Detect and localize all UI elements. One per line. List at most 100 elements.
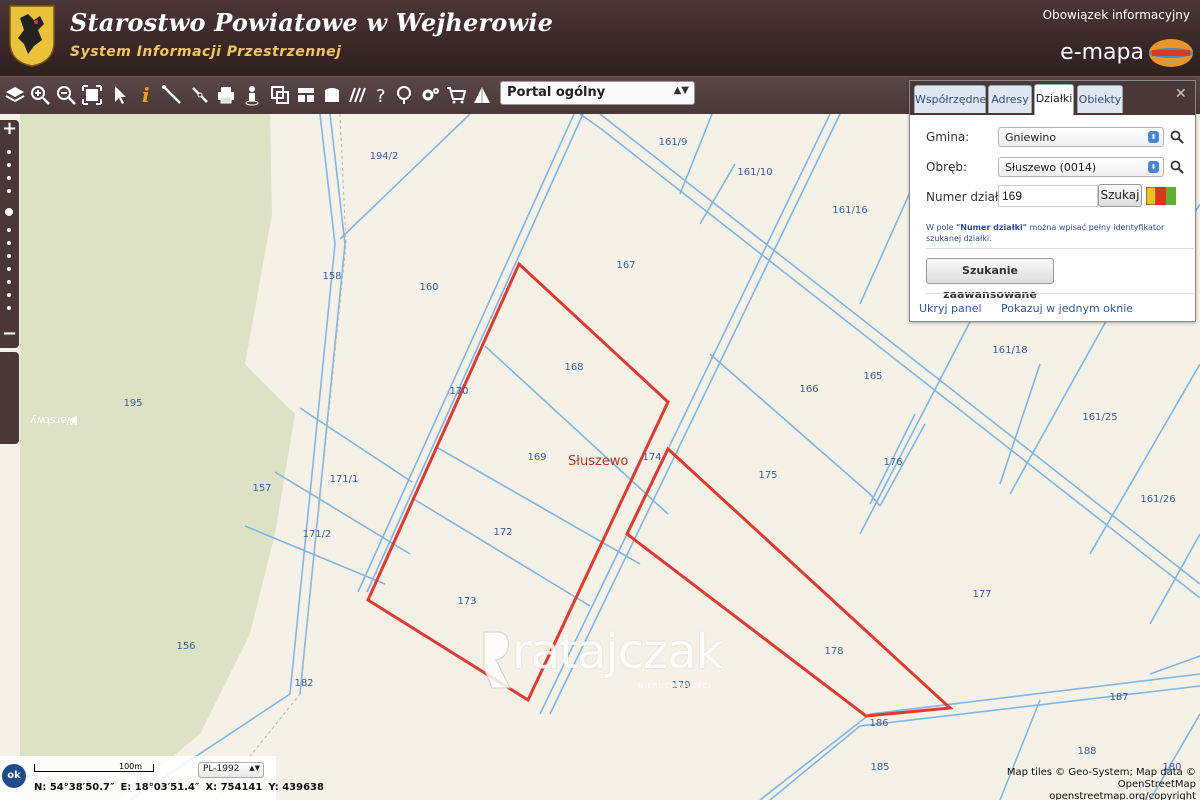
parcel-number-label: 157 xyxy=(252,483,271,494)
app-title: Starostwo Powiatowe w Wejherowie xyxy=(70,8,554,37)
tab-coordinates[interactable]: Współrzędne xyxy=(914,85,986,113)
watermark-text: ratajczak xyxy=(512,624,724,680)
hide-panel-link[interactable]: Ukryj panel xyxy=(919,302,982,315)
zoom-level-dot[interactable] xyxy=(7,293,11,297)
parcel-number-label: 194/2 xyxy=(370,151,399,162)
emapa-logo: e-mapa xyxy=(1060,40,1144,65)
layers-icon[interactable] xyxy=(3,83,27,107)
zoom-level-dot[interactable] xyxy=(7,280,11,284)
search-icon[interactable] xyxy=(1170,130,1184,144)
gmina-select-value: Gniewino xyxy=(1005,131,1057,144)
parcel-number-label: 158 xyxy=(322,271,341,282)
link-icon[interactable] xyxy=(188,83,212,107)
app-header: Starostwo Powiatowe w Wejherowie System … xyxy=(0,0,1200,76)
cart-icon[interactable] xyxy=(444,83,468,107)
search-panel: Współrzędne Adresy Działki Obiekty ✕ Gmi… xyxy=(909,80,1196,322)
scale-bar: 100m xyxy=(34,762,154,772)
portal-select[interactable]: Portal ogólny ▲▼ xyxy=(500,81,695,105)
hatch-icon[interactable] xyxy=(346,83,370,107)
close-icon[interactable]: ✕ xyxy=(1175,87,1189,101)
info-obligation-link[interactable]: Obowiązek informacyjny xyxy=(1043,8,1190,22)
hint-field: "Numer działki" xyxy=(956,223,1027,232)
color-indicator-icon[interactable] xyxy=(1146,187,1176,205)
parcel-number-label: 161/10 xyxy=(737,167,772,178)
layout-icon[interactable] xyxy=(294,83,318,107)
settings-icon[interactable] xyxy=(418,83,442,107)
zoom-slider-handle[interactable] xyxy=(5,208,13,216)
single-window-link[interactable]: Pokazuj w jednym oknie xyxy=(1001,302,1133,315)
parcel-number-label: 170 xyxy=(449,386,468,397)
select-pointer-icon[interactable] xyxy=(108,83,132,107)
gmina-select[interactable]: Gniewino ⬍ xyxy=(998,127,1164,147)
parcel-number-label: 167 xyxy=(616,260,635,271)
tab-parcels[interactable]: Działki xyxy=(1034,84,1074,115)
parcel-number-label: 161/16 xyxy=(832,205,867,216)
zoom-level-dot[interactable] xyxy=(7,163,11,167)
zoom-level-dot[interactable] xyxy=(7,150,11,154)
advanced-search-button[interactable]: Szukanie zaawansowane xyxy=(926,258,1054,301)
search-icon[interactable] xyxy=(1170,160,1184,174)
zoom-level-dot[interactable] xyxy=(7,267,11,271)
zoom-out-icon[interactable] xyxy=(54,83,78,107)
zoom-level-dot[interactable] xyxy=(7,228,11,232)
parcel-number-label: 176 xyxy=(883,457,902,468)
parcel-number-label: 172 xyxy=(493,527,512,538)
zoom-in-button[interactable]: + xyxy=(0,120,19,138)
chevron-updown-icon: ▲▼ xyxy=(249,764,260,772)
street-view-icon[interactable] xyxy=(240,83,264,107)
help-icon[interactable]: ? xyxy=(370,83,394,107)
parcel-number-label: 187 xyxy=(1109,692,1128,703)
parcel-number-label: 178 xyxy=(824,646,843,657)
zoom-level-dot[interactable] xyxy=(7,306,11,310)
globe-logo-icon xyxy=(1149,39,1193,67)
zoom-bar: + − xyxy=(0,120,19,348)
ok-button[interactable]: ok xyxy=(2,764,26,788)
zoom-out-button[interactable]: − xyxy=(0,325,19,343)
tab-addresses[interactable]: Adresy xyxy=(988,85,1032,113)
svg-text:i: i xyxy=(142,84,150,106)
tab-objects[interactable]: Obiekty xyxy=(1077,85,1123,113)
shape-icon[interactable] xyxy=(320,83,344,107)
crs-select[interactable]: PL-1992 ▲▼ xyxy=(198,762,264,778)
print-icon[interactable] xyxy=(214,83,238,107)
parcel-number-hint: W pole "Numer działki" można wpisać pełn… xyxy=(926,222,1192,244)
copy-icon[interactable] xyxy=(268,83,292,107)
parcel-number-input[interactable] xyxy=(998,185,1098,207)
parcel-number-label: 195 xyxy=(123,398,142,409)
parcel-number-label: 166 xyxy=(799,384,818,395)
tree-icon[interactable] xyxy=(392,83,416,107)
portal-select-value: Portal ogólny xyxy=(507,85,606,100)
zoom-level-dot[interactable] xyxy=(7,189,11,193)
search-button[interactable]: Szukaj xyxy=(1098,184,1142,207)
zoom-level-dot[interactable] xyxy=(7,254,11,258)
zoom-level-dot[interactable] xyxy=(7,176,11,180)
panel-tabs: Współrzędne Adresy Działki Obiekty ✕ xyxy=(910,81,1195,115)
measure-distance-icon[interactable] xyxy=(160,83,184,107)
coat-of-arms-icon xyxy=(9,5,55,67)
parcel-number-label: 161/9 xyxy=(659,137,688,148)
attribution-line-1: Map tiles © Geo-System; Map data © OpenS… xyxy=(1006,767,1196,790)
pyramid-icon[interactable] xyxy=(470,83,494,107)
zoom-extent-icon[interactable] xyxy=(80,83,104,107)
parcel-number-label: 161/25 xyxy=(1082,412,1117,423)
info-icon[interactable]: i xyxy=(134,83,158,107)
longitude-readout: E: 18°03′51.4″ xyxy=(120,782,200,793)
watermark: ratajczak NIERUCHOMOŚCI xyxy=(478,624,728,694)
obreb-select[interactable]: Słuszewo (0014) ⬍ xyxy=(998,157,1164,177)
parcel-number-label: 173 xyxy=(457,596,476,607)
parcel-number-label: 175 xyxy=(758,470,777,481)
parcel-number-label: 171/2 xyxy=(303,529,332,540)
attribution-link[interactable]: openstreetmap.org/copyright xyxy=(956,791,1196,800)
parcel-number-label: 171/1 xyxy=(330,474,359,485)
zoom-level-dot[interactable] xyxy=(7,241,11,245)
divider xyxy=(926,293,1194,294)
y-readout: Y: 439638 xyxy=(268,782,324,793)
crs-select-value: PL-1992 xyxy=(203,764,240,774)
map-status-bar: ok 100m PL-1992 ▲▼ N: 54°38′50.7″ E: 18°0… xyxy=(0,756,324,800)
chevron-updown-icon: ▲▼ xyxy=(673,85,689,96)
layers-panel-tab[interactable]: ▶ Warstwy xyxy=(0,352,77,444)
chevron-updown-icon: ⬍ xyxy=(1148,131,1159,143)
parcel-number-label: 186 xyxy=(869,718,888,729)
parcel-number-label: 169 xyxy=(527,452,546,463)
zoom-in-icon[interactable] xyxy=(28,83,52,107)
